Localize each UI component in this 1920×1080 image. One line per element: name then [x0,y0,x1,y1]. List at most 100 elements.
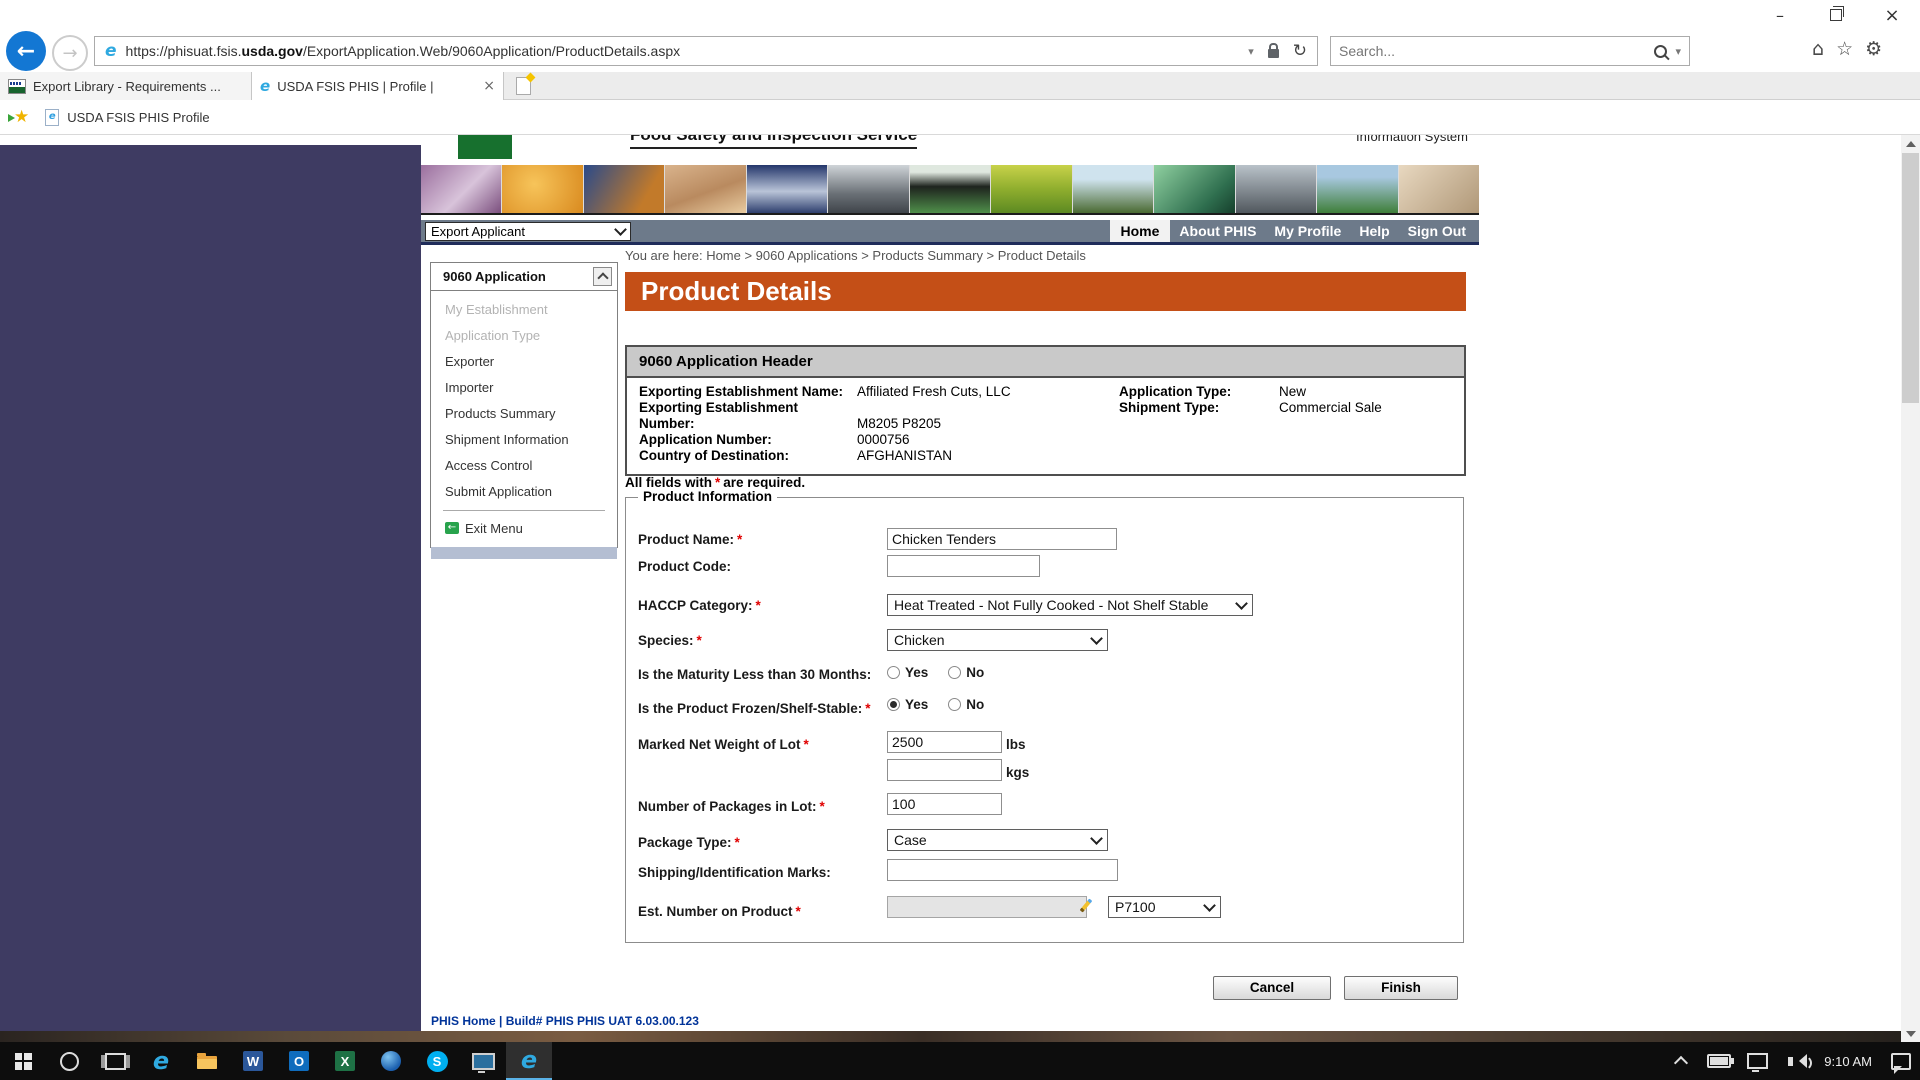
sidebar-item-exporter[interactable]: Exporter [431,349,617,375]
search-icon[interactable] [1654,45,1667,58]
shipping-marks-input[interactable] [887,859,1118,881]
product-name-label: Product Name:* [638,532,745,547]
nav-sign-out[interactable]: Sign Out [1399,220,1475,242]
page-scrollbar[interactable] [1901,135,1920,1042]
refresh-icon[interactable]: ↻ [1293,41,1307,61]
header-row: Application Number:0000756 [639,432,1119,448]
search-dropdown-icon[interactable]: ▾ [1675,45,1681,58]
nav-home[interactable]: Home [1110,220,1171,242]
scroll-down-arrow[interactable] [1901,1025,1920,1042]
site-navigation-bar: Export Applicant Home About PHIS My Prof… [421,220,1479,242]
sidebar-exit-menu[interactable]: Exit Menu [431,515,617,541]
sidebar-item-importer[interactable]: Importer [431,375,617,401]
chevron-down-icon [1235,597,1248,610]
product-code-input[interactable] [887,555,1040,577]
taskbar-ie-active[interactable]: e [506,1042,552,1080]
favorites-star-icon[interactable]: ☆ [1836,38,1853,60]
tray-show-hidden-icons[interactable] [1662,1054,1700,1068]
role-select[interactable]: Export Applicant [425,222,631,241]
nav-my-profile[interactable]: My Profile [1265,220,1350,242]
cortana-search-button[interactable] [46,1042,92,1080]
taskbar-ie[interactable]: e [138,1042,184,1080]
maturity-no-radio[interactable] [948,666,961,679]
forward-button[interactable]: → [52,35,88,71]
species-select[interactable]: Chicken [887,629,1108,651]
url-text[interactable]: https://phisuat.fsis.usda.gov/ExportAppl… [126,43,1249,59]
sidebar-item-my-establishment: My Establishment [431,297,617,323]
scrollbar-thumb[interactable] [1902,153,1919,403]
taskbar-outlook[interactable]: O [276,1042,322,1080]
settings-gear-icon[interactable]: ⚙ [1865,38,1882,60]
tab-strip: Export Library - Requirements ... e USDA… [0,72,1920,100]
sidebar-item-shipment-information[interactable]: Shipment Information [431,427,617,453]
add-favorite-icon[interactable]: ★ [14,107,29,127]
tab-usda-fsis-phis[interactable]: e USDA FSIS PHIS | Profile | × [252,72,504,100]
collapse-button[interactable] [593,267,612,286]
kgs-label: kgs [1006,765,1029,780]
search-box[interactable]: Search... ▾ [1330,36,1690,66]
browser-quick-icons: ⌂ ☆ ⚙ [1812,38,1882,60]
search-input[interactable]: Search... [1339,43,1654,59]
scroll-up-arrow[interactable] [1901,135,1920,152]
frozen-no-radio[interactable] [948,698,961,711]
haccp-category-select[interactable]: Heat Treated - Not Fully Cooked - Not Sh… [887,594,1253,616]
photo-agronomists [1317,165,1397,213]
header-row: Country of Destination:AFGHANISTAN [639,448,1119,464]
weight-kgs-input[interactable] [887,759,1002,781]
action-center-button[interactable] [1882,1053,1920,1070]
notification-icon [1891,1053,1911,1070]
minimize-button[interactable]: – [1752,0,1808,30]
tab-label: Export Library - Requirements ... [33,79,243,94]
est-number-input [887,896,1087,918]
usda-logo-fragment [458,135,512,159]
masthead-right-text: Information System [1356,135,1468,144]
favorite-page-icon: e [45,109,59,126]
chevron-down-icon [1203,899,1216,912]
package-type-label: Package Type:* [638,835,743,850]
sidebar-item-submit-application[interactable]: Submit Application [431,479,617,505]
favorite-item[interactable]: USDA FSIS PHIS Profile [67,110,209,125]
nav-about-phis[interactable]: About PHIS [1170,220,1265,242]
start-button[interactable] [0,1042,46,1080]
photo-cattle [910,165,990,213]
address-bar[interactable]: e https://phisuat.fsis.usda.gov/ExportAp… [94,36,1318,66]
clock[interactable]: 9:10 AM [1814,1054,1882,1069]
frozen-label: Is the Product Frozen/Shelf-Stable:* [638,701,874,716]
product-information-fieldset: Product Information Product Name:* Produ… [625,497,1464,943]
taskbar-browser-globe[interactable] [368,1042,414,1080]
tab-close-icon[interactable]: × [483,78,495,94]
maturity-yes-radio[interactable] [887,666,900,679]
sidebar-item-access-control[interactable]: Access Control [431,453,617,479]
taskbar-file-explorer[interactable] [184,1042,230,1080]
task-view-button[interactable] [92,1042,138,1080]
restore-button[interactable] [1808,0,1864,30]
address-dropdown-icon[interactable]: ▾ [1248,45,1254,58]
tray-battery[interactable] [1700,1054,1738,1068]
package-type-select[interactable]: Case [887,829,1108,851]
excel-icon: X [335,1051,355,1071]
packages-input[interactable] [887,793,1002,815]
tray-display[interactable] [1738,1053,1776,1069]
home-icon[interactable]: ⌂ [1812,38,1824,60]
frozen-yes-radio[interactable] [887,698,900,711]
new-tab-button[interactable] [516,77,531,95]
nav-help[interactable]: Help [1350,220,1398,242]
photo-equipment [1236,165,1316,213]
tray-volume[interactable] [1776,1057,1814,1066]
sidebar-item-products-summary[interactable]: Products Summary [431,401,617,427]
tab-export-library[interactable]: Export Library - Requirements ... [0,72,252,100]
monitor-icon [472,1053,495,1070]
page-footer[interactable]: PHIS Home | Build# PHIS PHIS UAT 6.03.00… [421,1011,1479,1031]
close-button[interactable]: × [1864,0,1920,30]
taskbar-remote-desktop[interactable] [460,1042,506,1080]
est-number-select[interactable]: P7100 [1108,896,1221,918]
back-button[interactable]: ← [6,31,46,71]
product-name-input[interactable] [887,528,1117,550]
taskbar-skype[interactable]: S [414,1042,460,1080]
taskbar-word[interactable]: W [230,1042,276,1080]
finish-button[interactable]: Finish [1344,976,1458,1000]
taskbar-excel[interactable]: X [322,1042,368,1080]
close-icon: × [1884,5,1899,26]
weight-lbs-input[interactable] [887,731,1002,753]
cancel-button[interactable]: Cancel [1213,976,1331,1000]
